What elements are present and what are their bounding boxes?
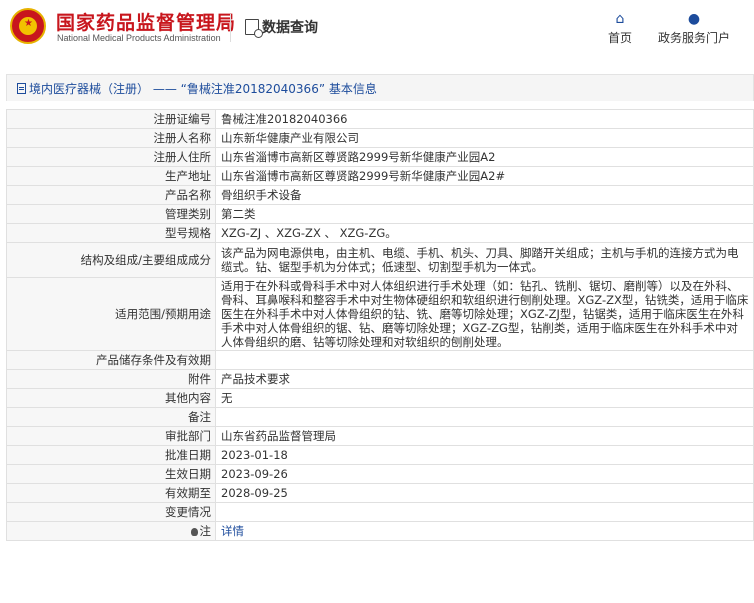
field-value: 产品技术要求	[215, 369, 754, 389]
header-divider	[230, 14, 231, 42]
table-row: 型号规格 XZG-ZJ 、XZG-ZX 、 XZG-ZG。	[6, 223, 754, 243]
nav-home[interactable]: ⌂ 首页	[602, 12, 638, 46]
field-label: 注册人名称	[6, 128, 216, 148]
nav-gov-label: 政务服务门户	[657, 31, 730, 45]
field-label: 适用范围/预期用途	[6, 277, 216, 351]
table-row: 变更情况	[6, 502, 754, 522]
field-label: 附件	[6, 369, 216, 389]
record-title-bar: 境内医疗器械（注册） —— “鲁械注准20182040366” 基本信息	[6, 74, 754, 101]
field-label: 审批部门	[6, 426, 216, 446]
field-label: 管理类别	[6, 204, 216, 224]
field-value: 山东省药品监督管理局	[215, 426, 754, 446]
national-emblem-logo: ★	[10, 8, 46, 44]
nav-gov-service-portal[interactable]: ● 政务服务门户	[654, 12, 734, 46]
site-name-en: National Medical Products Administration	[57, 33, 221, 43]
details-link[interactable]: 详情	[221, 524, 244, 538]
field-value: 山东省淄博市高新区尊贤路2999号新华健康产业园A2	[215, 147, 754, 167]
lightbulb-icon	[190, 528, 198, 536]
table-row: 适用范围/预期用途 适用于在外科或骨科手术中对人体组织进行手术处理（如：钻孔、铣…	[6, 277, 754, 351]
table-row: 备注	[6, 407, 754, 427]
field-value: 2028-09-25	[215, 483, 754, 503]
field-value: 山东新华健康产业有限公司	[215, 128, 754, 148]
field-label: 生效日期	[6, 464, 216, 484]
field-value: 第二类	[215, 204, 754, 224]
table-row: 有效期至 2028-09-25	[6, 483, 754, 503]
note-label: 注	[199, 524, 212, 538]
field-value: 该产品为网电源供电，由主机、电缆、手机、机头、刀具、脚踏开关组成；主机与手机的连…	[215, 242, 754, 278]
table-row: 注册人名称 山东新华健康产业有限公司	[6, 128, 754, 148]
field-value	[215, 502, 754, 522]
field-value: 山东省淄博市高新区尊贤路2999号新华健康产业园A2#	[215, 166, 754, 186]
table-row: 审批部门 山东省药品监督管理局	[6, 426, 754, 446]
site-header: ★ 国家药品监督管理局 National Medical Products Ad…	[0, 0, 754, 56]
table-row: 其他内容 无	[6, 388, 754, 408]
field-value: XZG-ZJ 、XZG-ZX 、 XZG-ZG。	[215, 223, 754, 243]
table-row: 注册证编号 鲁械注准20182040366	[6, 109, 754, 129]
site-name-cn[interactable]: 国家药品监督管理局	[56, 8, 236, 35]
table-row: 注 详情	[6, 521, 754, 541]
note-label-cell: 注	[6, 521, 216, 541]
field-label: 结构及组成/主要组成成分	[6, 242, 216, 278]
field-value: 鲁械注准20182040366	[215, 109, 754, 129]
home-icon: ⌂	[615, 11, 625, 27]
table-row: 批准日期 2023-01-18	[6, 445, 754, 465]
field-label: 型号规格	[6, 223, 216, 243]
field-value	[215, 350, 754, 370]
note-value-cell: 详情	[215, 521, 754, 541]
field-label: 产品储存条件及有效期	[6, 350, 216, 370]
table-row: 附件 产品技术要求	[6, 369, 754, 389]
device-info-table: 注册证编号 鲁械注准20182040366 注册人名称 山东新华健康产业有限公司…	[6, 109, 754, 541]
table-row: 管理类别 第二类	[6, 204, 754, 224]
field-value: 骨组织手术设备	[215, 185, 754, 205]
field-label: 其他内容	[6, 388, 216, 408]
data-query-link[interactable]: 数据查询	[245, 17, 318, 38]
data-query-label: 数据查询	[262, 20, 318, 36]
user-icon: ●	[687, 11, 701, 27]
field-value: 2023-01-18	[215, 445, 754, 465]
field-label: 注册人住所	[6, 147, 216, 167]
field-value: 适用于在外科或骨科手术中对人体组织进行手术处理（如：钻孔、铣削、锯切、磨削等）以…	[215, 277, 754, 351]
table-row: 生效日期 2023-09-26	[6, 464, 754, 484]
nav-home-label: 首页	[607, 31, 632, 45]
table-row: 注册人住所 山东省淄博市高新区尊贤路2999号新华健康产业园A2	[6, 147, 754, 167]
document-icon	[17, 82, 26, 94]
record-title: 境内医疗器械（注册） —— “鲁械注准20182040366” 基本信息	[29, 81, 377, 96]
table-row: 生产地址 山东省淄博市高新区尊贤路2999号新华健康产业园A2#	[6, 166, 754, 186]
field-label: 生产地址	[6, 166, 216, 186]
table-row: 产品储存条件及有效期	[6, 350, 754, 370]
field-label: 注册证编号	[6, 109, 216, 129]
field-label: 产品名称	[6, 185, 216, 205]
field-label: 批准日期	[6, 445, 216, 465]
field-label: 备注	[6, 407, 216, 427]
document-search-icon	[245, 19, 263, 38]
table-row: 结构及组成/主要组成成分 该产品为网电源供电，由主机、电缆、手机、机头、刀具、脚…	[6, 242, 754, 278]
field-value: 无	[215, 388, 754, 408]
field-value	[215, 407, 754, 427]
field-label: 变更情况	[6, 502, 216, 522]
field-label: 有效期至	[6, 483, 216, 503]
field-value: 2023-09-26	[215, 464, 754, 484]
table-row: 产品名称 骨组织手术设备	[6, 185, 754, 205]
